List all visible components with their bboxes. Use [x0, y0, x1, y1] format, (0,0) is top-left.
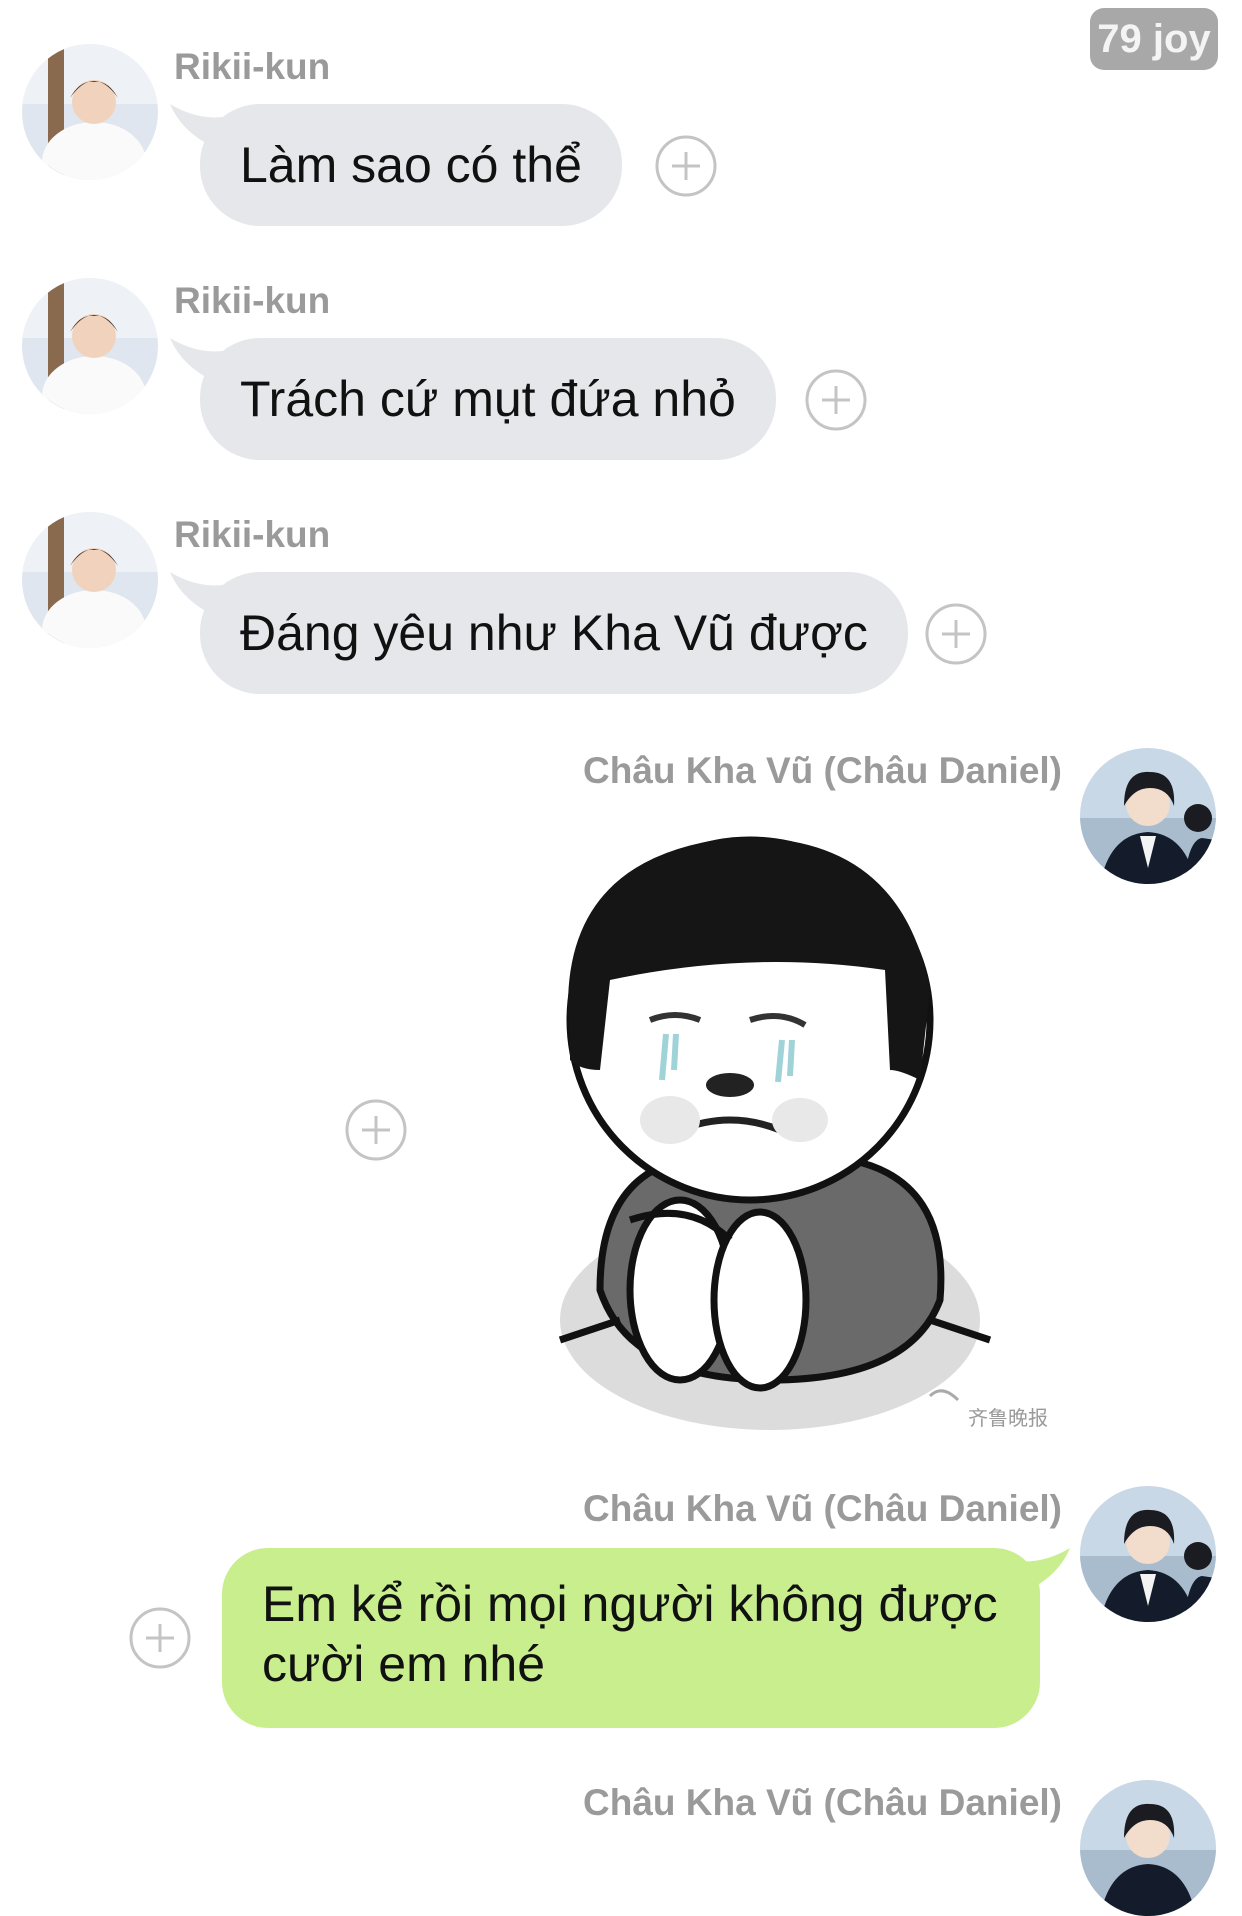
- plus-circle-icon[interactable]: [804, 368, 868, 432]
- avatar-rikii[interactable]: [22, 512, 158, 648]
- sender-name: Châu Kha Vũ (Châu Daniel): [583, 1782, 1062, 1823]
- unread-badge[interactable]: 79 joy: [1090, 8, 1218, 70]
- sender-name: Rikii-kun: [174, 280, 331, 321]
- message-bubble[interactable]: Đáng yêu như Kha Vũ được: [200, 572, 908, 694]
- sticker-watermark: 齐鲁晚报: [968, 1406, 1048, 1430]
- avatar-chau-kha-vu[interactable]: [1080, 1780, 1216, 1916]
- avatar-rikii[interactable]: [22, 278, 158, 414]
- avatar-chau-kha-vu[interactable]: [1080, 1486, 1216, 1622]
- avatar-rikii[interactable]: [22, 44, 158, 180]
- message-bubble[interactable]: Em kể rồi mọi người không được cười em n…: [222, 1548, 1040, 1728]
- plus-circle-icon[interactable]: [654, 134, 718, 198]
- sender-name: Rikii-kun: [174, 514, 331, 555]
- message-bubble[interactable]: Làm sao có thể: [200, 104, 622, 226]
- plus-circle-icon[interactable]: [924, 602, 988, 666]
- avatar-chau-kha-vu[interactable]: [1080, 748, 1216, 884]
- plus-circle-icon[interactable]: [344, 1098, 408, 1162]
- sender-name: Châu Kha Vũ (Châu Daniel): [583, 750, 1062, 791]
- message-bubble[interactable]: Trách cứ mụt đứa nhỏ: [200, 338, 776, 460]
- sender-name: Châu Kha Vũ (Châu Daniel): [583, 1488, 1062, 1529]
- crying-kid-sticker[interactable]: [430, 820, 1060, 1440]
- plus-circle-icon[interactable]: [128, 1606, 192, 1670]
- sender-name: Rikii-kun: [174, 46, 331, 87]
